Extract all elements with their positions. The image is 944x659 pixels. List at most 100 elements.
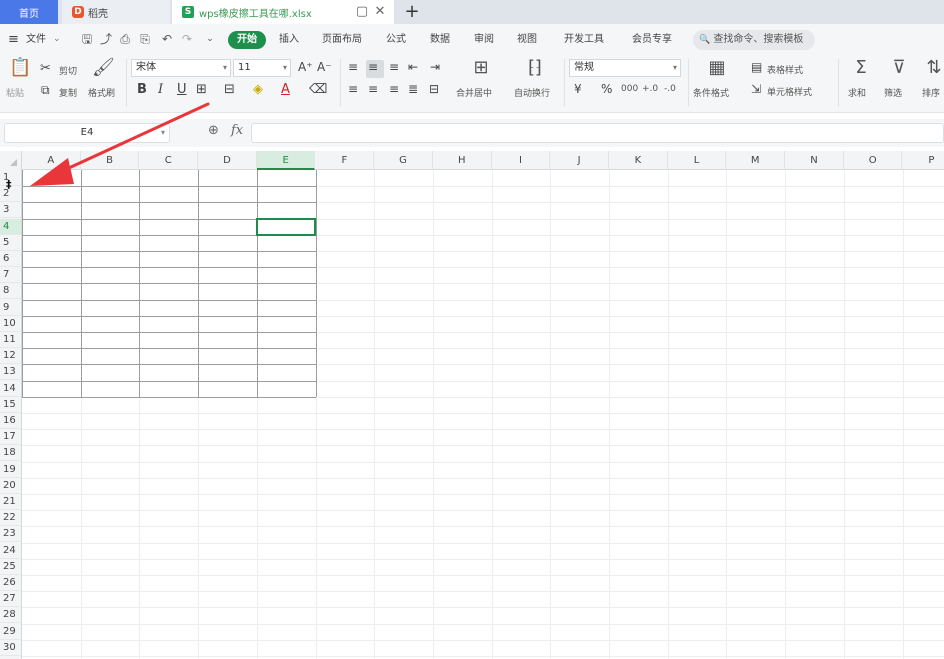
row-header-29[interactable]: 29 — [0, 624, 21, 640]
tab-home[interactable]: 首页 — [0, 0, 58, 24]
column-header-c[interactable]: C — [139, 151, 199, 170]
cell-style-icon[interactable]: ⇲ — [751, 82, 761, 96]
menu-developer[interactable]: 开发工具 — [564, 24, 604, 55]
align-bottom-icon[interactable]: ≡ — [389, 60, 399, 74]
customize-toolbar-icon[interactable]: ⌄ — [203, 31, 217, 47]
wrap-text-icon[interactable]: ⁅⁆ — [524, 58, 546, 78]
menu-file[interactable]: 文件 — [26, 24, 46, 55]
column-header-l[interactable]: L — [668, 151, 727, 170]
scissors-icon[interactable]: ✂ — [40, 61, 51, 76]
print-preview-icon[interactable]: ⎘ — [138, 31, 152, 47]
format-painter-button[interactable]: 格式刷 — [88, 86, 115, 99]
merge-center-button[interactable]: 合并居中 — [456, 86, 492, 99]
row-header-8[interactable]: 8 — [0, 283, 21, 300]
copy-button[interactable]: 复制 — [59, 86, 77, 99]
select-all-corner[interactable] — [0, 151, 22, 170]
menu-insert[interactable]: 插入 — [279, 24, 299, 55]
table-style-button[interactable]: 表格样式 — [767, 63, 803, 76]
font-color-icon[interactable]: A — [281, 82, 290, 97]
increase-indent-icon[interactable]: ⇥ — [430, 60, 440, 74]
conditional-format-button[interactable]: 条件格式 — [693, 86, 729, 99]
sort-button[interactable]: 排序 — [922, 86, 940, 99]
row-header-12[interactable]: 12 — [0, 348, 21, 365]
filter-button[interactable]: 筛选 — [884, 86, 902, 99]
paste-icon[interactable]: 📋 — [9, 58, 31, 78]
eraser-icon[interactable]: ⌫ — [309, 82, 327, 97]
column-header-p[interactable]: P — [903, 151, 944, 170]
row-header-26[interactable]: 26 — [0, 575, 21, 591]
column-header-m[interactable]: M — [726, 151, 786, 170]
cut-button[interactable]: 剪切 — [59, 64, 77, 77]
sort-icon[interactable]: ⇅ — [924, 58, 944, 78]
file-caret-icon[interactable]: ⌄ — [53, 24, 61, 55]
row-header-19[interactable]: 19 — [0, 462, 21, 478]
column-header-b[interactable]: B — [81, 151, 140, 170]
menu-member[interactable]: 会员专享 — [632, 24, 672, 55]
row-header-17[interactable]: 17 — [0, 429, 21, 446]
column-header-a[interactable]: A — [22, 151, 81, 170]
align-top-icon[interactable]: ≡ — [348, 60, 358, 74]
undo-icon[interactable]: ↶ — [160, 31, 174, 47]
bold-button[interactable]: B — [137, 82, 147, 97]
conditional-format-icon[interactable]: ▦ — [706, 58, 728, 78]
tab-workbook[interactable]: S wps橡皮擦工具在哪.xlsx ▢ ✕ — [172, 0, 394, 24]
shrink-font-button[interactable]: A⁻ — [317, 60, 332, 74]
formula-input[interactable] — [251, 123, 944, 143]
column-header-e[interactable]: E — [256, 151, 316, 170]
row-header-5[interactable]: 5 — [0, 235, 21, 251]
align-center-icon[interactable]: ≡ — [368, 82, 378, 96]
row-header-27[interactable]: 27 — [0, 591, 21, 608]
decrease-indent-icon[interactable]: ⇤ — [408, 60, 418, 74]
paste-button[interactable]: 粘贴 — [6, 86, 24, 99]
column-header-k[interactable]: K — [609, 151, 668, 170]
font-size-select[interactable]: 11 ▾ — [233, 59, 291, 77]
align-left-icon[interactable]: ≡ — [348, 82, 358, 96]
column-header-f[interactable]: F — [316, 151, 375, 170]
row-header-21[interactable]: 21 — [0, 494, 21, 510]
cell-area[interactable] — [22, 170, 944, 659]
row-header-15[interactable]: 15 — [0, 397, 21, 413]
row-header-10[interactable]: 10 — [0, 316, 21, 332]
distributed-icon[interactable]: ⊟ — [429, 82, 439, 96]
menu-start[interactable]: 开始 — [228, 31, 266, 49]
save-icon[interactable]: 🖫 — [80, 31, 94, 47]
zoom-icon[interactable]: ⊕ — [208, 123, 219, 138]
menu-review[interactable]: 审阅 — [474, 24, 494, 55]
row-header-14[interactable]: 14 — [0, 381, 21, 397]
export-pdf-icon[interactable]: ⤴ — [99, 31, 113, 47]
percent-button[interactable]: % — [601, 82, 612, 96]
justify-icon[interactable]: ≣ — [408, 82, 418, 96]
column-header-o[interactable]: O — [844, 151, 903, 170]
menu-page-layout[interactable]: 页面布局 — [322, 24, 362, 55]
row-header-16[interactable]: 16 — [0, 413, 21, 429]
thousands-button[interactable]: 000 — [621, 84, 638, 94]
menu-formulas[interactable]: 公式 — [386, 24, 406, 55]
cell-style-button[interactable]: 单元格样式 — [767, 85, 812, 98]
sum-button[interactable]: 求和 — [848, 86, 866, 99]
underline-button[interactable]: U — [177, 82, 187, 97]
insert-function-button[interactable]: fx — [231, 123, 243, 138]
sum-icon[interactable]: Σ — [850, 58, 872, 78]
row-header-7[interactable]: 7 — [0, 267, 21, 284]
font-name-select[interactable]: 宋体 ▾ — [131, 59, 231, 77]
number-format-select[interactable]: 常规 ▾ — [569, 59, 681, 77]
align-right-icon[interactable]: ≡ — [389, 82, 399, 96]
decrease-decimal-button[interactable]: -.0 — [664, 84, 676, 94]
align-middle-icon[interactable]: ≡ — [368, 60, 378, 74]
copy-icon[interactable]: ⧉ — [41, 83, 50, 98]
increase-decimal-button[interactable]: +.0 — [642, 84, 658, 94]
hamburger-menu-icon[interactable]: ≡ — [8, 24, 19, 55]
cell-border-dropdown-icon[interactable]: ⊟ — [224, 82, 235, 97]
table-style-icon[interactable]: ▤ — [751, 60, 762, 74]
fill-color-icon[interactable]: ◈ — [253, 82, 263, 97]
row-header-9[interactable]: 9 — [0, 300, 21, 316]
row-header-6[interactable]: 6 — [0, 251, 21, 267]
column-header-n[interactable]: N — [785, 151, 844, 170]
grow-font-button[interactable]: A⁺ — [298, 60, 313, 74]
row-header-22[interactable]: 22 — [0, 510, 21, 527]
italic-button[interactable]: I — [158, 82, 163, 97]
window-icon[interactable]: ▢ — [354, 4, 370, 20]
row-header-4[interactable]: 4 — [0, 218, 21, 235]
redo-icon[interactable]: ↷ — [180, 31, 194, 47]
active-cell[interactable] — [255, 217, 317, 236]
